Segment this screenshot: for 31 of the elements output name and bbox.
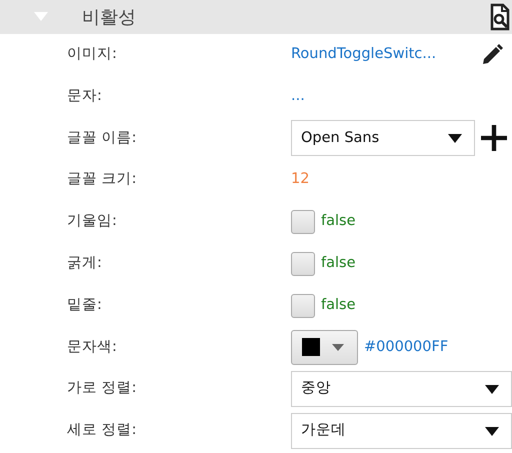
caret-icon	[485, 426, 499, 436]
section-title: 비활성	[82, 6, 136, 30]
property-label: 글꼴 크기:	[66, 170, 138, 190]
checkbox[interactable]	[291, 294, 315, 318]
color-value: #000000FF	[364, 338, 448, 357]
property-label: 밑줄:	[66, 296, 103, 315]
dropdown[interactable]: Open Sans	[291, 120, 475, 156]
caret-icon	[485, 384, 499, 394]
color-picker-button[interactable]	[291, 330, 358, 365]
boolean-value: false	[321, 296, 356, 315]
property-label: 이미지:	[66, 45, 118, 64]
property-label: 세로 정렬:	[66, 421, 138, 440]
checkbox[interactable]	[291, 210, 315, 234]
boolean-value: false	[321, 212, 356, 232]
link-value[interactable]: ...	[291, 86, 305, 108]
link-value[interactable]: RoundToggleSwitc...	[291, 44, 436, 66]
caret-icon	[332, 344, 344, 351]
add-icon[interactable]	[481, 125, 507, 152]
dropdown[interactable]: 가운데	[291, 413, 512, 450]
property-label: 문자색:	[66, 338, 118, 357]
caret-icon	[448, 134, 462, 143]
property-label: 기울임:	[66, 212, 118, 232]
document-search-icon[interactable]	[490, 3, 510, 31]
property-label: 글꼴 이름:	[66, 128, 138, 148]
dropdown[interactable]: 중앙	[291, 371, 512, 408]
boolean-value: false	[321, 254, 356, 273]
property-label: 가로 정렬:	[66, 379, 138, 398]
property-label: 문자:	[66, 86, 103, 106]
pencil-icon[interactable]	[480, 42, 504, 67]
checkbox[interactable]	[291, 252, 315, 276]
property-label: 굵게:	[66, 254, 103, 273]
